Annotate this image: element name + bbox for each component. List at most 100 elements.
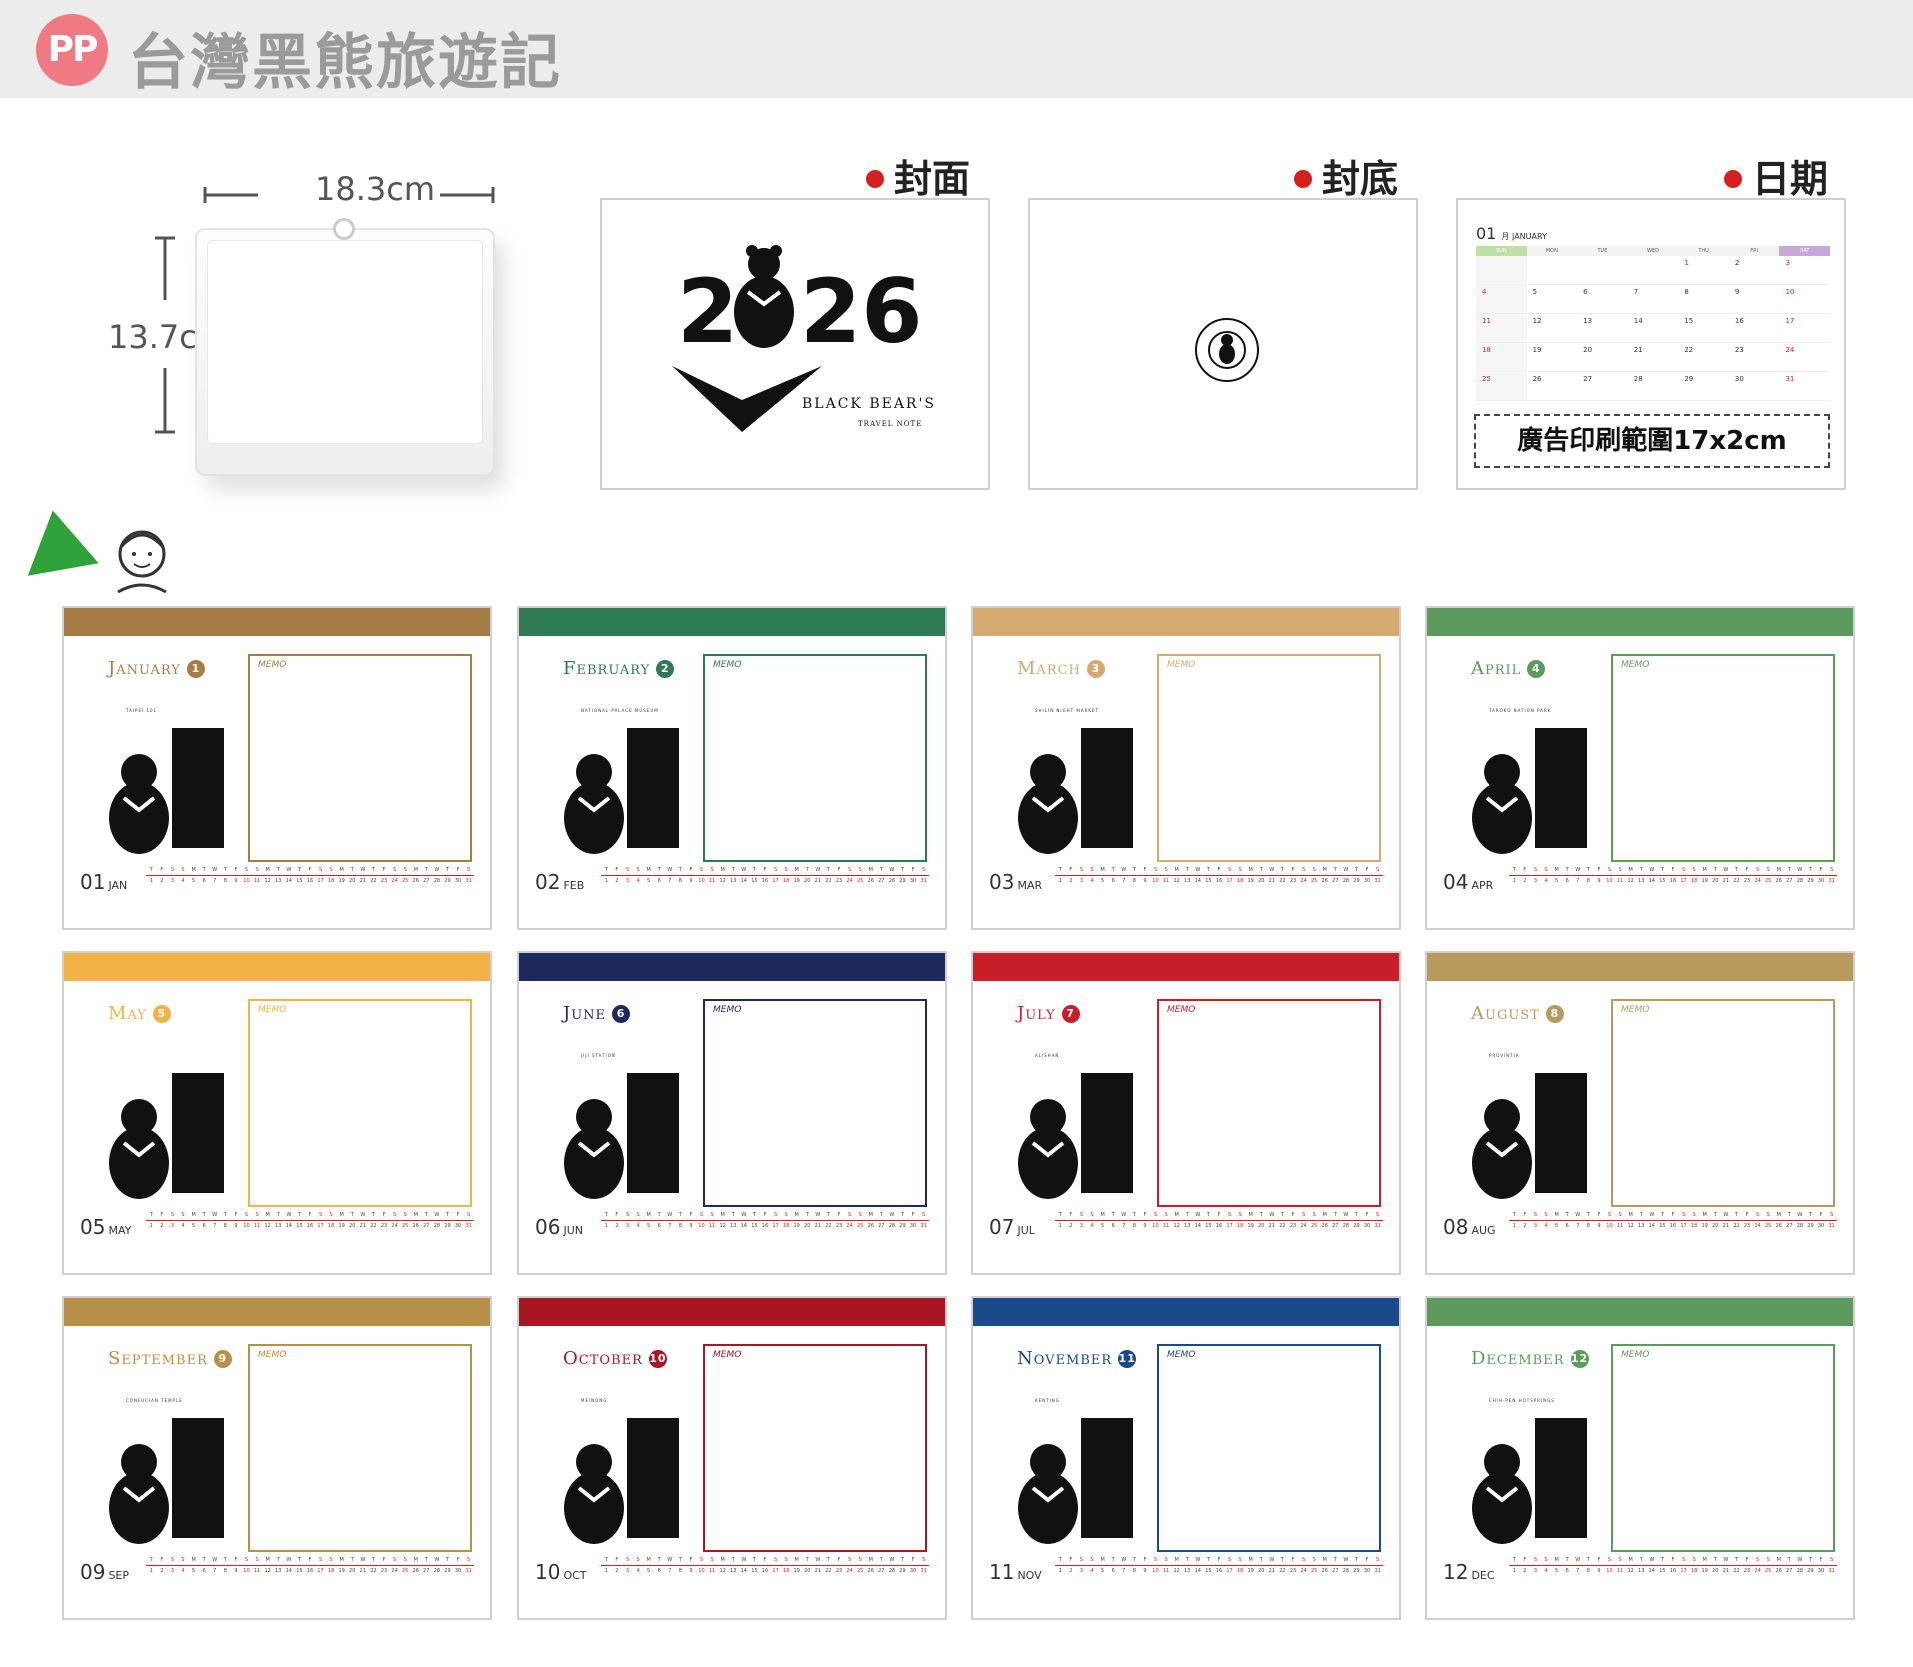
landmark-caption: ALISHAN xyxy=(1035,1053,1060,1058)
month-number-badge: 5 xyxy=(152,1005,171,1023)
memo-label: MEMO xyxy=(1621,660,1650,670)
month-color-bar xyxy=(64,1298,490,1326)
back-preview xyxy=(1028,198,1418,490)
month-footer-label: 09 SEP xyxy=(80,1560,130,1584)
month-number-badge: 4 xyxy=(1527,660,1546,678)
month-name: July 7 xyxy=(1017,1003,1080,1024)
month-name: February 2 xyxy=(563,658,675,679)
calendar-stand-photo xyxy=(195,228,495,476)
landmark-bear-illustration xyxy=(1018,1073,1133,1199)
month-footer-label: 01 JAN xyxy=(80,870,128,894)
memo-box: MEMO xyxy=(1611,654,1835,862)
memo-box: MEMO xyxy=(1157,654,1381,862)
memo-box: MEMO xyxy=(248,999,472,1207)
date-label: 日期 xyxy=(1724,148,1828,203)
month-name: January 1 xyxy=(108,658,205,679)
month-number-badge: 10 xyxy=(648,1350,667,1368)
month-card-jun: June 6 JIJI STATION MEMO 06 JUN T F S S M T W T F S S M T W… xyxy=(517,951,947,1275)
month-number-badge: 3 xyxy=(1086,660,1105,678)
month-color-bar xyxy=(519,953,945,981)
memo-box: MEMO xyxy=(703,999,927,1207)
month-footer-label: 12 DEC xyxy=(1443,1560,1495,1584)
memo-label: MEMO xyxy=(1167,1005,1196,1015)
landmark-bear-illustration xyxy=(1018,728,1133,854)
memo-label: MEMO xyxy=(1167,660,1196,670)
landmark-caption: TAIPEI 101 xyxy=(126,708,158,713)
memo-box: MEMO xyxy=(1611,999,1835,1207)
day-strip: TFSSMTWTFSSMTWTFSSMTWTFSSMTWTFS123456789… xyxy=(1509,866,1837,888)
landmark-bear-illustration xyxy=(564,728,679,854)
month-number-badge: 1 xyxy=(186,660,205,678)
memo-label: MEMO xyxy=(258,1350,287,1360)
month-number-badge: 2 xyxy=(656,660,675,678)
month-number-badge: 6 xyxy=(612,1005,631,1023)
landmark-bear-illustration xyxy=(564,1073,679,1199)
landmark-bear-illustration xyxy=(1018,1418,1133,1544)
memo-label: MEMO xyxy=(713,1005,742,1015)
month-card-oct: October 10 MEINONG MEMO 10 OCT T F S S M T W T F S S M T W T… xyxy=(517,1296,947,1620)
month-name: November 11 xyxy=(1017,1348,1137,1369)
month-name: December 12 xyxy=(1471,1348,1589,1369)
month-name: September 9 xyxy=(108,1348,232,1369)
month-footer-label: 03 MAR xyxy=(989,870,1043,894)
memo-box: MEMO xyxy=(1611,1344,1835,1552)
month-footer-label: 04 APR xyxy=(1443,870,1494,894)
month-number-badge: 12 xyxy=(1570,1350,1589,1368)
day-strip: TFSSMTWTFSSMTWTFSSMTWTFSSMTWTFS123456789… xyxy=(1055,1211,1383,1233)
day-strip: TFSSMTWTFSSMTWTFSSMTWTFSSMTWTFS123456789… xyxy=(146,1211,474,1233)
ad-print-area: 廣告印刷範圍17x2cm xyxy=(1474,414,1830,468)
month-number-badge: 7 xyxy=(1061,1005,1080,1023)
day-strip: TFSSMTWTFSSMTWTFSSMTWTFSSMTWTFS123456789… xyxy=(1509,1211,1837,1233)
year-first-digit: 2 xyxy=(677,260,738,363)
month-card-feb: February 2 NATIONAL PALACE MUSEUM MEMO 02 FEB… xyxy=(517,606,947,930)
month-footer-label: 06 JUN xyxy=(535,1215,583,1239)
landmark-bear-illustration xyxy=(564,1418,679,1544)
month-color-bar xyxy=(64,608,490,636)
landmark-caption: TAROKO NATION PARK xyxy=(1489,708,1552,713)
mini-calendar: SUN MON TUE WED THU FRI SAT 123 4 5 6 7 8 9 10… xyxy=(1476,246,1831,401)
month-number-badge: 9 xyxy=(213,1350,232,1368)
month-footer-label: 10 OCT xyxy=(535,1560,587,1584)
month-color-bar xyxy=(64,953,490,981)
month-name: March 3 xyxy=(1017,658,1105,679)
month-footer-label: 07 JUL xyxy=(989,1215,1035,1239)
month-card-nov: November 11 KENTING MEMO 11 NOV T F S S M T W T F S S M T W… xyxy=(971,1296,1401,1620)
month-card-may: May 5 MEMO 05 MAY T F S S M T W T F S S M T W T F S S M T W T F S S M T… xyxy=(62,951,492,1275)
month-name: August 8 xyxy=(1471,1003,1564,1024)
date-month-title: 01 月 JANUARY xyxy=(1476,224,1547,243)
memo-box: MEMO xyxy=(1157,999,1381,1207)
mini-week-row: 4 5 6 7 8 9 10 xyxy=(1476,285,1830,314)
month-color-bar xyxy=(973,1298,1399,1326)
brand-text: BLACK BEAR'S xyxy=(802,396,936,412)
memo-label: MEMO xyxy=(713,1350,742,1360)
mini-week-row: 18 19 20 21 22 23 24 xyxy=(1476,343,1830,372)
landmark-caption: SHILIN NIGHT MARKET xyxy=(1035,708,1099,713)
memo-box: MEMO xyxy=(1157,1344,1381,1552)
hanging-hole xyxy=(333,218,355,240)
mini-week-row: 25 26 27 28 29 30 31 xyxy=(1476,372,1830,401)
day-strip: TFSSMTWTFSSMTWTFSSMTWTFSSMTWTFS123456789… xyxy=(1055,866,1383,888)
month-color-bar xyxy=(1427,953,1853,981)
day-strip: TFSSMTWTFSSMTWTFSSMTWTFSSMTWTFS123456789… xyxy=(1055,1556,1383,1578)
day-strip: TFSSMTWTFSSMTWTFSSMTWTFSSMTWTFS123456789… xyxy=(146,866,474,888)
month-name: May 5 xyxy=(108,1003,171,1024)
day-strip: TFSSMTWTFSSMTWTFSSMTWTFSSMTWTFS123456789… xyxy=(601,1556,929,1578)
month-card-apr: April 4 TAROKO NATION PARK MEMO 04 APR T F S S M T W… xyxy=(1425,606,1855,930)
landmark-caption: KENTING xyxy=(1035,1398,1060,1403)
memo-box: MEMO xyxy=(248,1344,472,1552)
memo-label: MEMO xyxy=(258,660,287,670)
month-color-bar xyxy=(1427,1298,1853,1326)
month-footer-label: 08 AUG xyxy=(1443,1215,1496,1239)
landmark-caption: CHIH-PEN HOTSPRINGS xyxy=(1489,1398,1555,1403)
memo-box: MEMO xyxy=(703,1344,927,1552)
month-number-badge: 11 xyxy=(1118,1350,1137,1368)
landmark-caption: CONFUCIAN TEMPLE xyxy=(126,1398,183,1403)
day-strip: TFSSMTWTFSSMTWTFSSMTWTFSSMTWTFS123456789… xyxy=(1509,1556,1837,1578)
month-card-jan: January 1 TAIPEI 101 MEMO 01 JAN T F S S M T W T F S S M T… xyxy=(62,606,492,930)
month-color-bar xyxy=(1427,608,1853,636)
landmark-bear-illustration xyxy=(109,1418,224,1544)
day-strip: TFSSMTWTFSSMTWTFSSMTWTFSSMTWTFS123456789… xyxy=(601,1211,929,1233)
cover-label: 封面 xyxy=(866,148,970,203)
month-color-bar xyxy=(973,608,1399,636)
landmark-bear-illustration xyxy=(109,1073,224,1199)
